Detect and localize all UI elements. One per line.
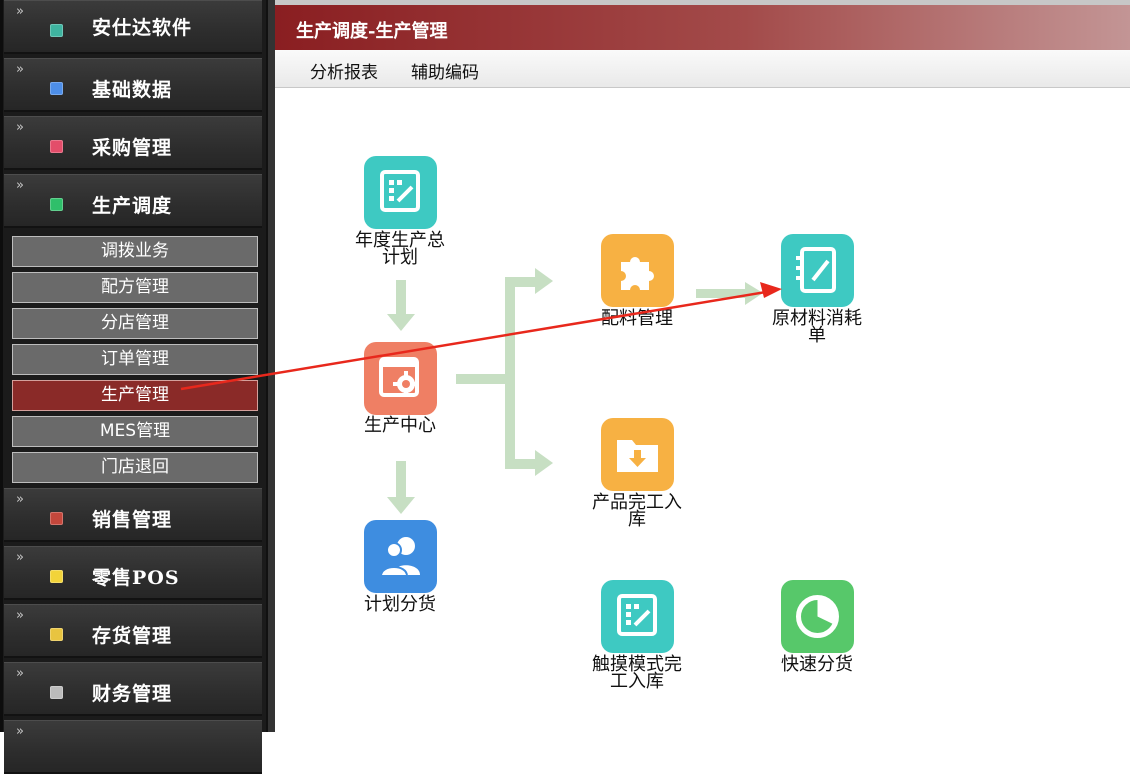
chevron-down-icon: » [16,178,24,193]
node-material-consumption[interactable]: 原材料消耗单 [757,234,877,346]
flow-arrow-shaft [396,280,406,316]
node-tile [600,580,674,653]
menu-head-anshida[interactable]: » 安仕达软件 [4,0,262,54]
menu-head-purchasing[interactable]: » 采购管理 [4,116,262,170]
node-tile [363,156,437,229]
menu-head-production-scheduling[interactable]: » 生产调度 [4,174,262,228]
node-tile [600,234,674,307]
node-label: 快速分货 [781,654,853,675]
node-touch-warehousing[interactable]: 触摸模式完 工入库 [577,580,697,692]
node-label: 配料管理 [601,308,673,329]
sidebar-scrollbar[interactable] [266,0,275,732]
chevron-right-icon: » [16,492,24,507]
menu-head-label: 安仕达软件 [92,17,193,39]
edit-grid-icon [379,170,420,212]
flow-arrow-shaft [696,289,748,298]
node-label: 年度生产总 计划 [355,230,445,268]
submenu-item-branch[interactable]: 分店管理 [12,308,258,339]
node-tile [780,580,854,653]
menu-head-label: 采购管理 [92,137,173,159]
gray-square-icon [50,686,63,699]
node-label: 原材料消耗单 [772,308,862,346]
node-tile [600,418,674,491]
flow-arrow-head [387,497,415,514]
chevron-right-icon: » [16,62,24,77]
toolbar: 分析报表 辅助编码 [275,50,1130,88]
node-label: 生产中心 [364,415,436,436]
menu-head-more[interactable]: » [4,720,262,774]
sidebar: » 安仕达软件 » 基础数据 » 采购管理 » 生产调度 调拨业务 配方管理 分… [0,0,275,774]
node-product-warehousing[interactable]: 产品完工入库 [577,418,697,530]
menu-head-label: 生产调度 [92,195,173,217]
blue-square-icon [50,82,63,95]
pink-square-icon [50,140,63,153]
node-label: 触摸模式完 工入库 [592,654,682,692]
menu-head-label: 基础数据 [92,79,173,101]
node-batching[interactable]: 配料管理 [577,234,697,329]
menu-head-sales[interactable]: » 销售管理 [4,488,262,542]
chevron-right-icon: » [16,666,24,681]
flow-arrow-trunk [505,280,515,468]
flow-arrow-shaft [505,277,537,287]
menu-head-inventory[interactable]: » 存货管理 [4,604,262,658]
flow-arrow-shaft [456,374,508,384]
chevron-right-icon: » [16,120,24,135]
puzzle-icon [620,257,654,290]
flow-arrow-shaft [396,461,406,499]
menu-head-retail-pos[interactable]: » 零售POS [4,546,262,600]
menu-head-finance[interactable]: » 财务管理 [4,662,262,716]
flow-arrow-head [387,314,415,331]
submenu-item-store-return[interactable]: 门店退回 [12,452,258,483]
flow-canvas: 年度生产总 计划 生产中心 计划分货 配料管理 原材料消耗 单 产品完工入 库 … [275,88,1130,732]
panel-title: 生产调度-生产管理 [296,21,448,42]
menu-head-label: 销售管理 [92,509,173,531]
menu-head-basic-data[interactable]: » 基础数据 [4,58,262,112]
submenu-item-order[interactable]: 订单管理 [12,344,258,375]
gold-square-icon [50,628,63,641]
panel-titlebar: 生产调度-生产管理 [275,5,1130,50]
submenu-item-mes[interactable]: MES管理 [12,416,258,447]
sidebar-left-border [0,0,3,732]
node-tile [363,520,437,593]
menu-head-label: 财务管理 [92,683,173,705]
node-annual-plan[interactable]: 年度生产总 计划 [340,156,460,268]
node-plan-distribution[interactable]: 计划分货 [340,520,460,615]
menu-head-label: 存货管理 [92,625,173,647]
users-icon [379,537,420,577]
menu-head-label: 零售POS [92,567,180,589]
node-tile [780,234,854,307]
yellow-square-icon [50,570,63,583]
edit-grid-icon [616,594,657,636]
notebook-edit-icon [795,247,836,293]
teal-square-icon [50,24,63,37]
toolbar-analysis-report[interactable]: 分析报表 [310,58,378,83]
chevron-right-icon: » [16,4,24,19]
red-square-icon [50,512,63,525]
flow-arrow-head [535,268,553,294]
folder-download-icon [616,440,658,472]
chevron-right-icon: » [16,608,24,623]
node-label: 产品完工入库 [592,492,682,530]
node-quick-distribution[interactable]: 快速分货 [757,580,877,675]
toolbar-auxiliary-code[interactable]: 辅助编码 [411,58,479,83]
node-tile [363,342,437,415]
gear-window-icon [378,357,419,397]
flow-arrow-head [535,450,553,476]
pie-chart-icon [795,595,839,638]
node-production-center[interactable]: 生产中心 [340,342,460,436]
green-square-icon [50,198,63,211]
submenu-item-transfer[interactable]: 调拨业务 [12,236,258,267]
submenu-item-production[interactable]: 生产管理 [12,380,258,411]
chevron-right-icon: » [16,550,24,565]
flow-arrow-shaft [505,459,537,469]
node-label: 计划分货 [364,594,436,615]
submenu-item-formula[interactable]: 配方管理 [12,272,258,303]
